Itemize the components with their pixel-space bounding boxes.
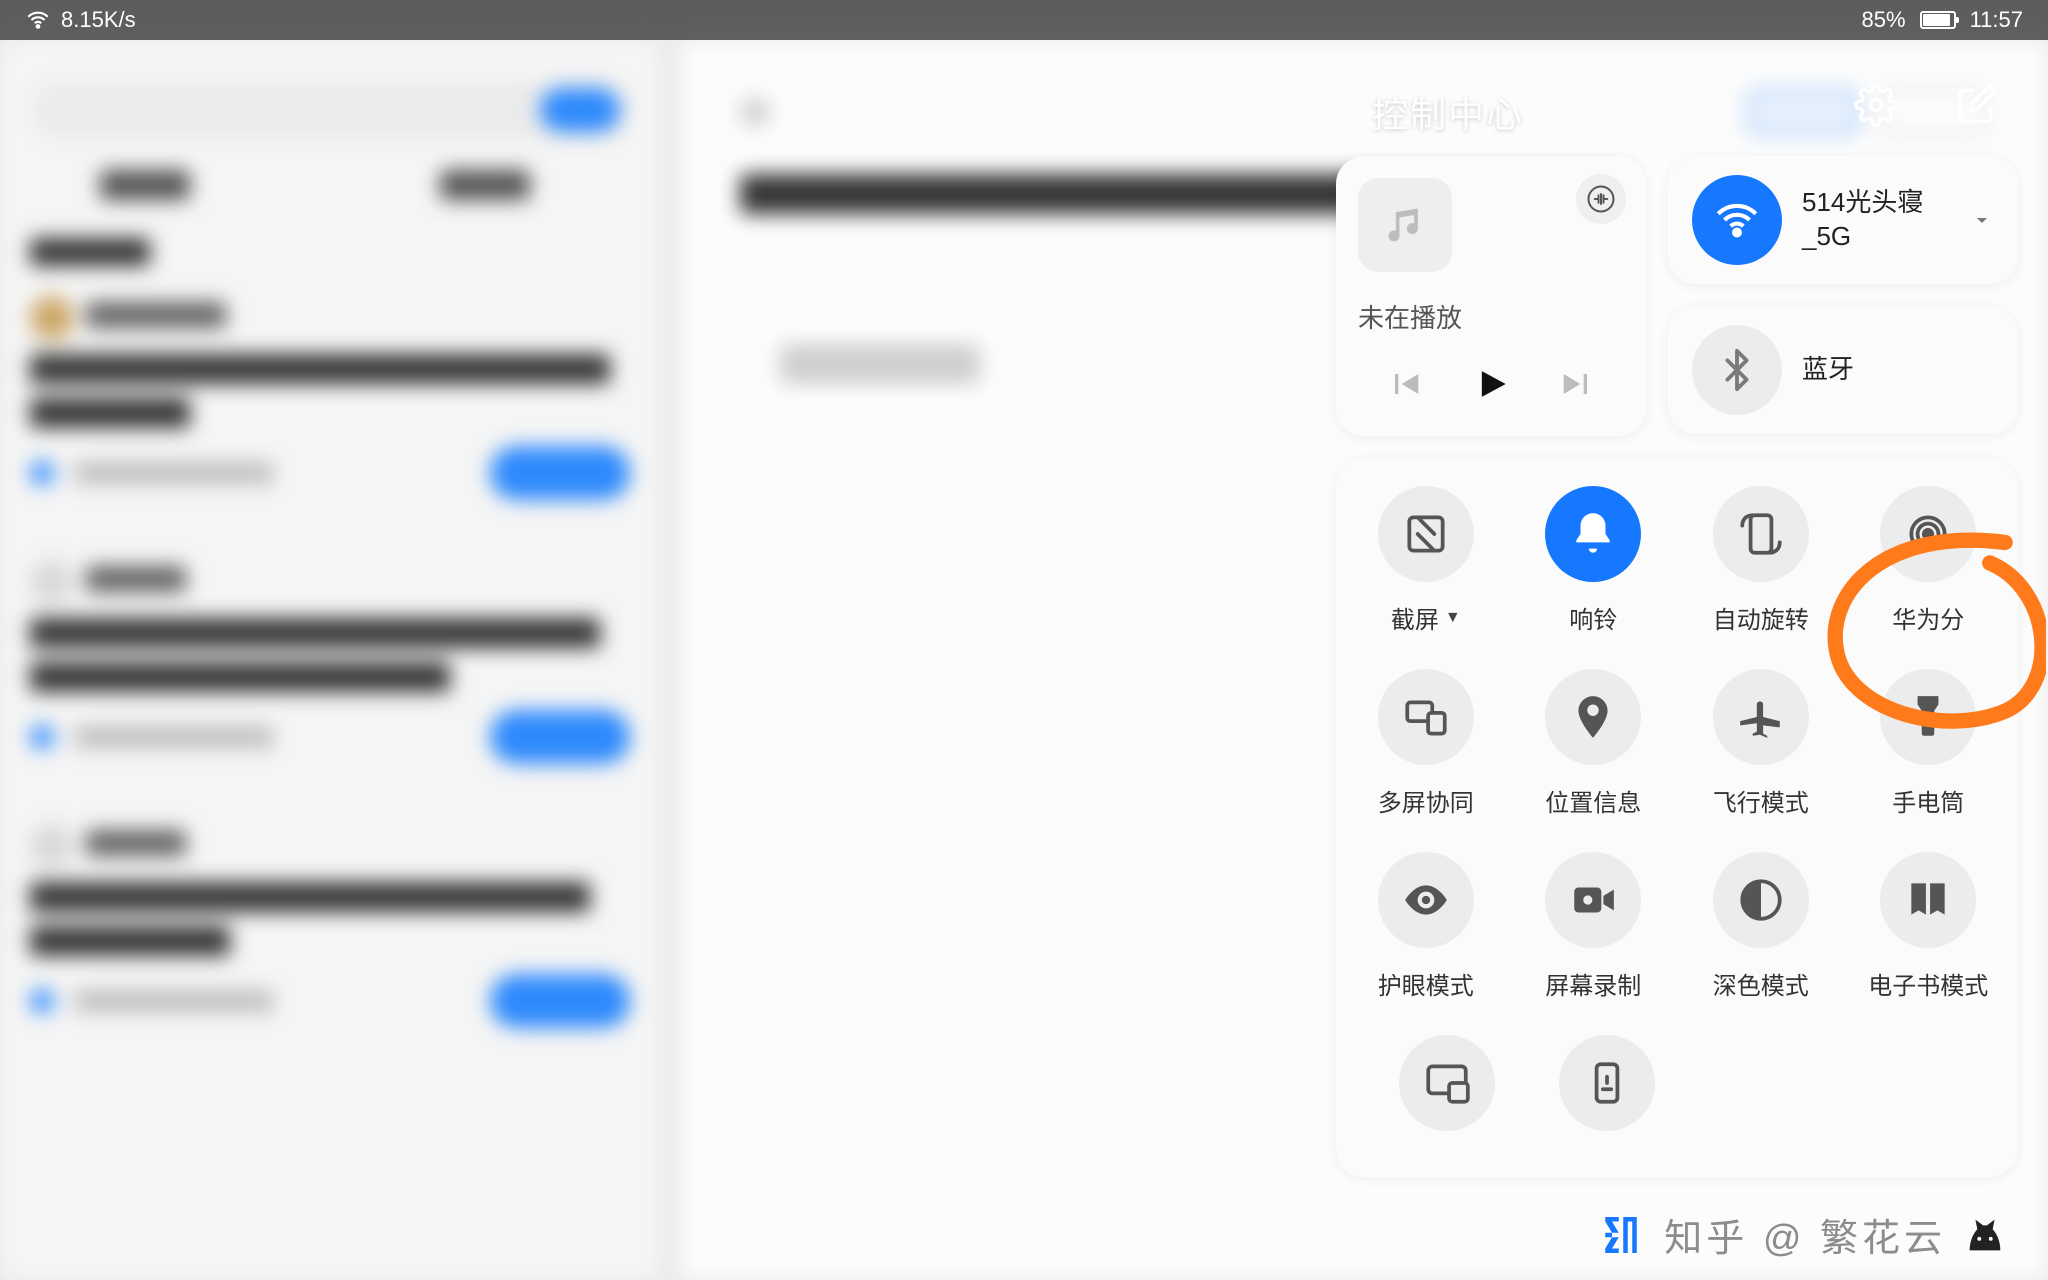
ringer-icon bbox=[1545, 486, 1641, 582]
bluetooth-label: 蓝牙 bbox=[1802, 353, 1994, 387]
screenshot-icon bbox=[1378, 486, 1474, 582]
control-center-title: 控制中心 bbox=[1372, 86, 1524, 138]
hotspot-icon bbox=[1880, 486, 1976, 582]
wifi-status-icon bbox=[25, 7, 51, 33]
toggle-label: 电子书模式 bbox=[1868, 966, 1988, 1001]
toggle-dark-mode[interactable]: 深色模式 bbox=[1686, 852, 1836, 1001]
media-status-text: 未在播放 bbox=[1358, 298, 1624, 335]
toggle-label: 飞行模式 bbox=[1713, 783, 1809, 818]
status-bar: 8.15K/s 85% 11:57 bbox=[0, 0, 2048, 40]
toggle-label: 截屏▼ bbox=[1391, 600, 1461, 635]
audio-cast-icon[interactable] bbox=[1576, 174, 1626, 224]
toggle-label: 自动旋转 bbox=[1713, 600, 1809, 635]
toggle-auto-rotate[interactable]: 自动旋转 bbox=[1686, 486, 1836, 635]
media-next-button[interactable] bbox=[1555, 362, 1599, 406]
toggle-ringer[interactable]: 响铃 bbox=[1518, 486, 1668, 635]
nfc-icon bbox=[1559, 1035, 1655, 1131]
clock: 11:57 bbox=[1970, 7, 2023, 33]
screen-record-icon bbox=[1545, 852, 1641, 948]
settings-icon[interactable] bbox=[1854, 83, 1898, 127]
network-speed: 8.15K/s bbox=[61, 7, 136, 33]
flashlight-icon bbox=[1880, 669, 1976, 765]
toggle-cast[interactable] bbox=[1372, 1035, 1522, 1149]
ebook-mode-icon bbox=[1880, 852, 1976, 948]
auto-rotate-icon bbox=[1713, 486, 1809, 582]
bluetooth-toggle-card[interactable]: 蓝牙 bbox=[1668, 306, 2018, 434]
toggle-eye-comfort[interactable]: 护眼模式 bbox=[1351, 852, 1501, 1001]
media-prev-button[interactable] bbox=[1383, 362, 1427, 406]
cat-icon bbox=[1962, 1212, 2008, 1258]
toggle-screen-record[interactable]: 屏幕录制 bbox=[1518, 852, 1668, 1001]
multi-screen-icon bbox=[1378, 669, 1474, 765]
chevron-down-icon[interactable] bbox=[1970, 208, 1994, 232]
bluetooth-icon bbox=[1692, 325, 1782, 415]
toggle-label: 护眼模式 bbox=[1378, 966, 1474, 1001]
control-center-panel: 控制中心 未在播放 bbox=[1318, 40, 2048, 1280]
dark-mode-icon bbox=[1713, 852, 1809, 948]
wifi-toggle-card[interactable]: 514光头寝_5G bbox=[1668, 156, 2018, 284]
edit-icon[interactable] bbox=[1954, 83, 1998, 127]
toggle-multi-screen[interactable]: 多屏协同 bbox=[1351, 669, 1501, 818]
toggle-hotspot[interactable]: 华为分 bbox=[1853, 486, 2003, 635]
eye-comfort-icon bbox=[1378, 852, 1474, 948]
zhihu-logo-icon bbox=[1594, 1208, 1648, 1262]
battery-icon bbox=[1920, 11, 1956, 29]
chevron-down-icon: ▼ bbox=[1445, 609, 1461, 627]
wifi-icon bbox=[1692, 175, 1782, 265]
toggle-label: 华为分 bbox=[1892, 600, 1964, 635]
toggle-nfc[interactable] bbox=[1532, 1035, 1682, 1149]
battery-percent: 85% bbox=[1862, 7, 1906, 33]
wifi-name: 514光头寝_5G bbox=[1802, 186, 1950, 254]
toggle-ebook-mode[interactable]: 电子书模式 bbox=[1853, 852, 2003, 1001]
toggle-label: 位置信息 bbox=[1545, 783, 1641, 818]
toggle-screenshot[interactable]: 截屏▼ bbox=[1351, 486, 1501, 635]
toggle-label: 屏幕录制 bbox=[1545, 966, 1641, 1001]
toggle-label: 深色模式 bbox=[1713, 966, 1809, 1001]
music-note-icon bbox=[1358, 178, 1452, 272]
location-icon bbox=[1545, 669, 1641, 765]
airplane-icon bbox=[1713, 669, 1809, 765]
toggle-flashlight[interactable]: 手电筒 bbox=[1853, 669, 2003, 818]
watermark: 知乎 @ 繁花云 bbox=[1594, 1207, 2008, 1262]
toggle-location[interactable]: 位置信息 bbox=[1518, 669, 1668, 818]
toggle-label: 多屏协同 bbox=[1378, 783, 1474, 818]
media-card: 未在播放 bbox=[1336, 156, 1646, 436]
watermark-text: 知乎 @ 繁花云 bbox=[1664, 1207, 1946, 1262]
toggle-label: 手电筒 bbox=[1892, 783, 1964, 818]
toggles-grid: 截屏▼ 响铃 自动旋转 华为分多屏协同 位置信息 飞行模式 手电筒护眼模式 屏幕录制 深色模式 电… bbox=[1336, 458, 2018, 1177]
toggle-airplane[interactable]: 飞行模式 bbox=[1686, 669, 1836, 818]
cast-icon bbox=[1399, 1035, 1495, 1131]
toggle-label: 响铃 bbox=[1569, 600, 1617, 635]
media-play-button[interactable] bbox=[1469, 362, 1513, 406]
